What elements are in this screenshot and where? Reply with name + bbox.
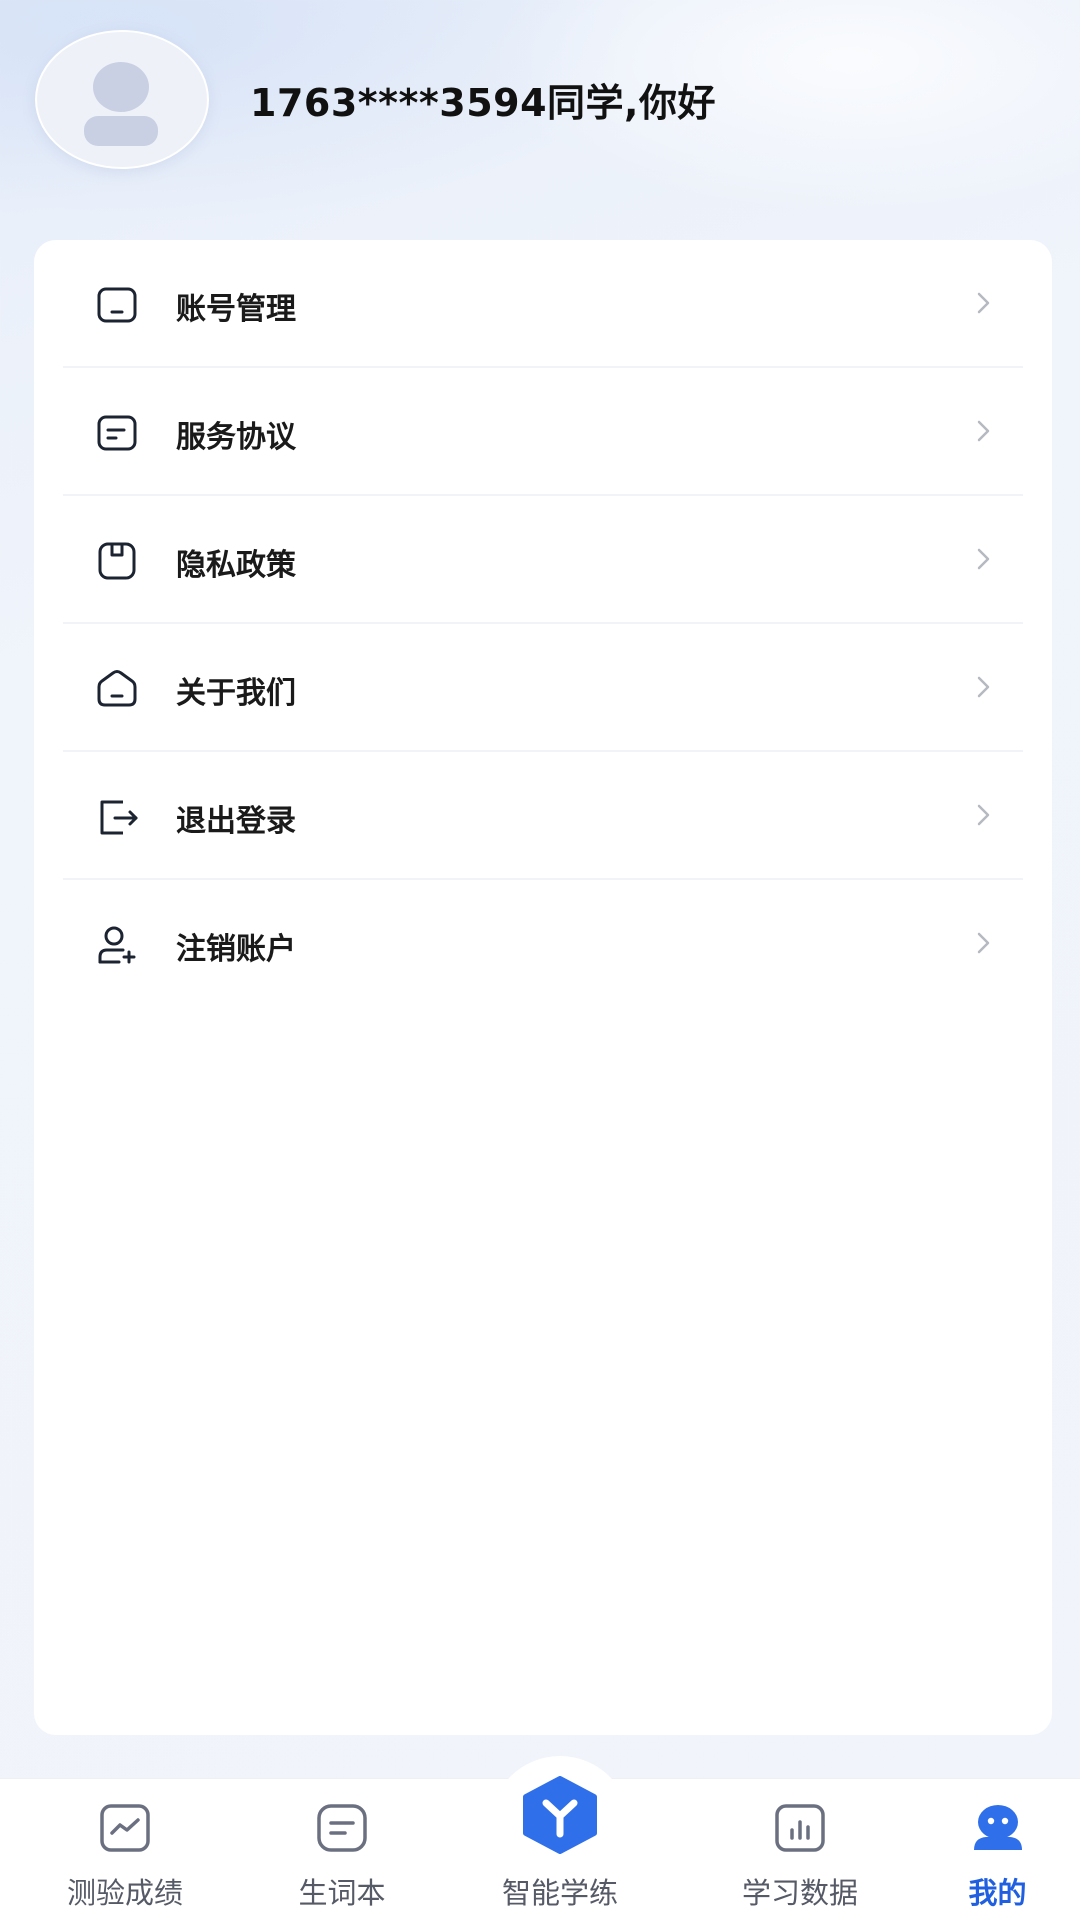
menu-item-account-management[interactable]: 账号管理 bbox=[63, 240, 1023, 368]
tab-label: 测验成绩 bbox=[66, 1876, 183, 1910]
tab-smart-practice[interactable]: 智能学练 bbox=[470, 1776, 650, 1920]
greeting-text: 1763****3594同学,你好 bbox=[250, 81, 716, 125]
chevron-right-icon bbox=[973, 286, 995, 320]
notebook-icon bbox=[312, 1800, 372, 1856]
profile-icon bbox=[968, 1800, 1028, 1856]
menu-item-about-us[interactable]: 关于我们 bbox=[63, 624, 1023, 752]
avatar-body-shape bbox=[84, 116, 158, 146]
tab-learning-data[interactable]: 学习数据 bbox=[705, 1778, 895, 1920]
bar-chart-icon bbox=[770, 1800, 830, 1856]
tab-label: 生词本 bbox=[298, 1876, 386, 1910]
menu-item-label: 关于我们 bbox=[176, 676, 296, 711]
logout-icon bbox=[93, 793, 141, 841]
tab-quiz-scores[interactable]: 测验成绩 bbox=[30, 1778, 220, 1920]
avatar[interactable] bbox=[35, 30, 209, 169]
settings-card: 账号管理 服务协议 隐私政策 关于我们 退出登录 注销账户 bbox=[34, 240, 1052, 1735]
menu-item-delete-account[interactable]: 注销账户 bbox=[63, 880, 1023, 1008]
menu-item-logout[interactable]: 退出登录 bbox=[63, 752, 1023, 880]
document-icon bbox=[93, 409, 141, 457]
tab-label: 学习数据 bbox=[741, 1876, 858, 1910]
menu-item-label: 退出登录 bbox=[176, 804, 296, 839]
menu-item-label: 服务协议 bbox=[176, 420, 296, 455]
user-remove-icon bbox=[93, 921, 141, 969]
chevron-right-icon bbox=[973, 542, 995, 576]
menu-item-label: 隐私政策 bbox=[176, 548, 296, 583]
tab-mine[interactable]: 我的 bbox=[930, 1778, 1065, 1920]
chevron-right-icon bbox=[973, 414, 995, 448]
chevron-right-icon bbox=[973, 670, 995, 704]
tab-label: 我的 bbox=[968, 1876, 1027, 1910]
menu-item-service-agreement[interactable]: 服务协议 bbox=[63, 368, 1023, 496]
tab-label: 智能学练 bbox=[501, 1876, 618, 1910]
home-icon bbox=[93, 665, 141, 713]
chart-line-icon bbox=[95, 1800, 155, 1856]
chevron-right-icon bbox=[973, 798, 995, 832]
profile-header: 1763****3594同学,你好 bbox=[0, 0, 1080, 240]
smart-practice-icon bbox=[518, 1776, 602, 1854]
avatar-head-shape bbox=[93, 62, 149, 112]
chevron-right-icon bbox=[973, 926, 995, 960]
menu-item-label: 账号管理 bbox=[176, 292, 296, 327]
account-card-icon bbox=[93, 281, 141, 329]
tab-vocabulary-book[interactable]: 生词本 bbox=[252, 1778, 432, 1920]
lock-folder-icon bbox=[93, 537, 141, 585]
menu-item-label: 注销账户 bbox=[176, 932, 296, 967]
menu-item-privacy-policy[interactable]: 隐私政策 bbox=[63, 496, 1023, 624]
